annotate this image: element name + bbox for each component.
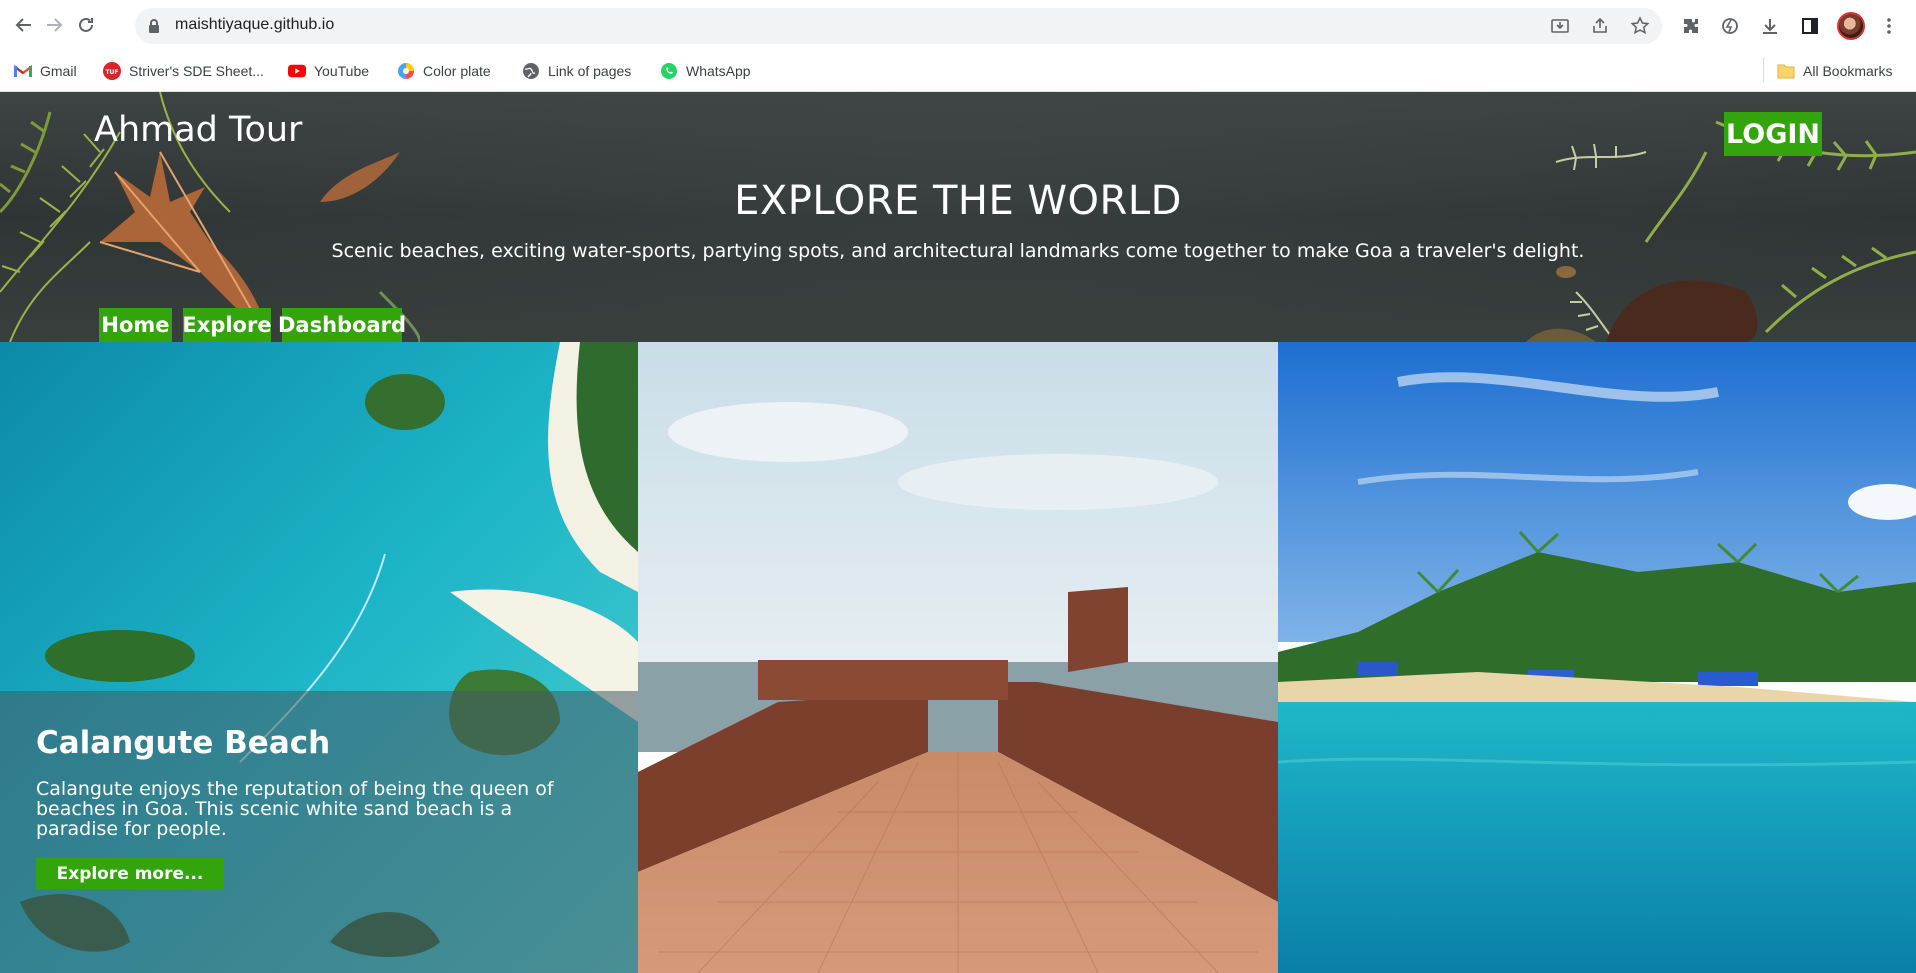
download-icon[interactable] <box>1758 14 1782 38</box>
extensions-icon[interactable] <box>1679 14 1703 38</box>
tuf-icon: TUF <box>103 62 121 80</box>
bookmark-gmail[interactable]: Gmail <box>14 60 77 82</box>
whatsapp-icon <box>660 62 678 80</box>
all-bookmarks-label: All Bookmarks <box>1803 63 1893 79</box>
bookmarks-divider <box>1763 58 1764 82</box>
destination-card-calangute[interactable]: Calangute Beach Calangute enjoys the rep… <box>0 342 638 973</box>
kebab-menu-icon[interactable] <box>1877 14 1901 38</box>
fort-walkway-image <box>638 342 1278 973</box>
card-description: Calangute enjoys the reputation of being… <box>36 778 554 840</box>
install-app-icon[interactable] <box>1549 15 1571 37</box>
login-button[interactable]: LOGIN <box>1724 112 1822 156</box>
bookmark-star-icon[interactable] <box>1629 15 1651 37</box>
nav-home[interactable]: Home <box>99 308 172 342</box>
bookmark-label: Striver's SDE Sheet... <box>129 63 264 79</box>
color-wheel-icon <box>397 62 415 80</box>
hero-banner: Ahmad Tour LOGIN EXPLORE THE WORLD Sceni… <box>0 92 1916 342</box>
lock-icon <box>149 19 159 33</box>
nav-dashboard[interactable]: Dashboard <box>278 308 406 342</box>
bookmark-label: WhatsApp <box>686 63 751 79</box>
browser-toolbar: maishtiyaque.github.io <box>0 0 1916 52</box>
svg-text:TUF: TUF <box>105 69 118 76</box>
bookmark-label: Color plate <box>423 63 491 79</box>
share-icon[interactable] <box>1589 15 1611 37</box>
hero-subtitle: Scenic beaches, exciting water-sports, p… <box>331 240 1585 262</box>
bookmark-color-plate[interactable]: Color plate <box>397 60 491 82</box>
destination-card-fort[interactable] <box>638 342 1278 973</box>
bookmark-strivers-sde-sheet[interactable]: TUF Striver's SDE Sheet... <box>103 60 264 82</box>
destination-card-palm-beach[interactable] <box>1278 342 1916 973</box>
bookmark-link-of-pages[interactable]: Link of pages <box>522 60 631 82</box>
globe-icon <box>522 62 540 80</box>
address-bar[interactable]: maishtiyaque.github.io <box>135 8 1662 44</box>
bookmark-label: Link of pages <box>548 63 632 79</box>
youtube-icon <box>288 62 306 80</box>
forward-button[interactable] <box>40 11 68 39</box>
bookmark-label: Gmail <box>40 63 77 79</box>
browser-chrome: maishtiyaque.github.io Gmail TUF Striver… <box>0 0 1916 92</box>
reload-button[interactable] <box>72 11 100 39</box>
nav-explore[interactable]: Explore <box>182 308 272 342</box>
forward-arrow-icon <box>47 18 63 32</box>
site-brand[interactable]: Ahmad Tour <box>94 110 302 150</box>
card-title: Calangute Beach <box>36 725 331 761</box>
profile-avatar[interactable] <box>1837 12 1865 40</box>
back-button[interactable] <box>10 11 38 39</box>
folder-icon <box>1777 62 1795 80</box>
side-panel-icon[interactable] <box>1798 14 1822 38</box>
url-text[interactable]: maishtiyaque.github.io <box>175 16 334 34</box>
bookmark-label: YouTube <box>314 63 370 79</box>
all-bookmarks[interactable]: All Bookmarks <box>1777 60 1892 82</box>
reload-icon <box>79 17 93 32</box>
back-arrow-icon <box>15 18 31 32</box>
bookmarks-bar: Gmail TUF Striver's SDE Sheet... YouTube… <box>0 52 1916 88</box>
webpage: Ahmad Tour LOGIN EXPLORE THE WORLD Sceni… <box>0 92 1916 973</box>
performance-icon[interactable] <box>1718 14 1742 38</box>
gmail-icon <box>14 62 32 80</box>
bookmark-whatsapp[interactable]: WhatsApp <box>660 60 751 82</box>
explore-more-button[interactable]: Explore more... <box>36 858 224 889</box>
palm-beach-image <box>1278 342 1916 973</box>
hero-title: EXPLORE THE WORLD <box>734 178 1182 224</box>
bookmark-youtube[interactable]: YouTube <box>288 60 369 82</box>
